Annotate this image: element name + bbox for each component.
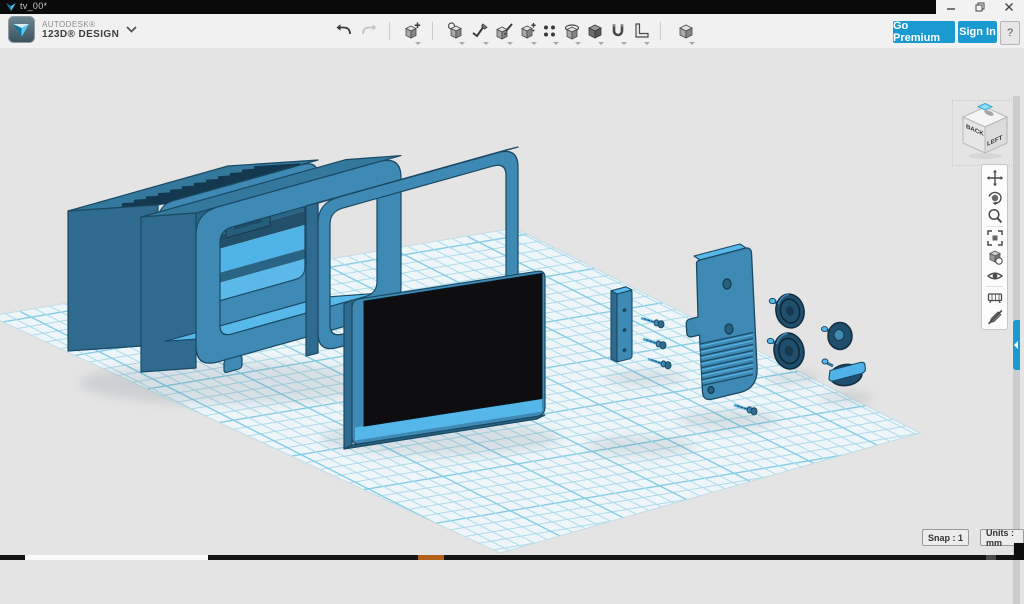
part-screen-panel[interactable] (344, 270, 545, 449)
close-icon[interactable] (1004, 2, 1014, 12)
toolbar-separator (432, 22, 433, 40)
chevron-down-icon[interactable] (126, 26, 137, 33)
part-knobs[interactable] (822, 323, 866, 388)
modify-tool-button[interactable] (516, 19, 540, 43)
view-cube[interactable]: BACK LEFT (952, 100, 1018, 166)
restore-icon[interactable] (975, 2, 985, 12)
primitives-tool-button[interactable] (444, 19, 468, 43)
part-mounting-bar[interactable] (611, 287, 632, 362)
zoom-icon[interactable] (982, 206, 1007, 225)
redo-button[interactable] (357, 19, 381, 43)
toolbar-separator (660, 22, 661, 40)
app-logo-small-icon (5, 2, 17, 12)
snap-setting[interactable]: Snap : 1 (922, 529, 969, 546)
os-taskbar[interactable] (0, 555, 1024, 560)
navigation-panel (981, 164, 1008, 330)
brand-line1: AUTODESK® (42, 20, 119, 29)
pattern-tool-button[interactable] (538, 19, 562, 43)
sketch-tool-button[interactable] (468, 19, 492, 43)
minimize-icon[interactable] (946, 2, 956, 12)
nav-separator (986, 226, 1003, 227)
app-brand[interactable]: AUTODESK® 123D® DESIGN (8, 16, 137, 43)
transform-tool-button[interactable] (400, 19, 424, 43)
go-premium-button[interactable]: Go Premium (893, 21, 955, 43)
nav-separator (986, 286, 1003, 287)
construct-tool-button[interactable] (492, 19, 516, 43)
snap-tool-button[interactable] (606, 19, 630, 43)
grouping-tool-button[interactable] (560, 19, 584, 43)
taskbar-item[interactable] (418, 555, 444, 560)
combine-tool-button[interactable] (583, 19, 607, 43)
toolbar-separator (389, 22, 390, 40)
app-brand-text: AUTODESK® 123D® DESIGN (42, 20, 119, 40)
hide-sketch-icon[interactable] (982, 307, 1007, 326)
window-controls (936, 0, 1024, 14)
parts-grid-icon[interactable] (982, 288, 1007, 307)
title-bar: tv_00* (0, 0, 1024, 14)
slide-out-panel-tab[interactable] (1013, 320, 1020, 370)
viewport-3d-scene[interactable] (0, 48, 1024, 556)
taskbar-item[interactable] (25, 555, 208, 560)
measure-tool-button[interactable] (629, 19, 653, 43)
app-logo-icon (8, 16, 35, 43)
window-title: tv_00* (20, 1, 47, 11)
pan-icon[interactable] (982, 168, 1007, 187)
main-toolbar: AUTODESK® 123D® DESIGN (0, 14, 1024, 49)
taskbar-item[interactable] (986, 555, 996, 560)
taskbar-corner[interactable] (1014, 543, 1024, 560)
orbit-icon[interactable] (982, 187, 1007, 206)
viewport-canvas[interactable]: BACK LEFT (0, 48, 1024, 556)
arrow-left-icon (1014, 341, 1018, 349)
material-icon[interactable] (982, 247, 1007, 266)
fit-icon[interactable] (982, 228, 1007, 247)
visibility-eye-icon[interactable] (982, 266, 1007, 285)
view-settings-button[interactable] (674, 19, 698, 43)
sign-in-button[interactable]: Sign In (958, 21, 997, 43)
help-button[interactable]: ? (1000, 21, 1020, 45)
undo-button[interactable] (332, 19, 356, 43)
brand-line2: 123D® DESIGN (42, 29, 119, 40)
